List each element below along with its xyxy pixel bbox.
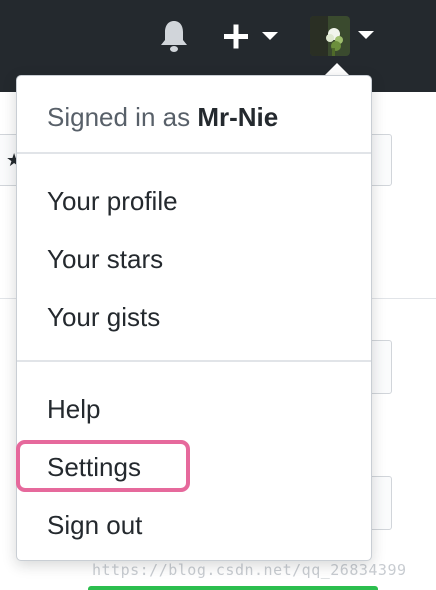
user-dropdown-menu: Signed in as Mr-Nie Your profile Your st… <box>16 75 372 561</box>
avatar <box>310 16 350 56</box>
menu-item-your-profile[interactable]: Your profile <box>47 186 178 216</box>
signed-in-label: Signed in as <box>47 102 191 132</box>
avatar-image <box>310 16 350 56</box>
background-green-button <box>88 586 378 590</box>
watermark-text: https://blog.csdn.net/qq_26834399 <box>92 561 407 579</box>
notifications-bell-icon[interactable] <box>158 18 190 54</box>
menu-item-settings[interactable]: Settings <box>47 452 141 482</box>
chevron-down-icon <box>358 31 374 39</box>
create-new-dropdown-button[interactable] <box>222 20 282 54</box>
bell-icon <box>161 21 187 52</box>
menu-item-your-gists[interactable]: Your gists <box>47 302 160 332</box>
user-menu-button[interactable] <box>308 14 378 58</box>
menu-item-help[interactable]: Help <box>47 394 100 424</box>
username: Mr-Nie <box>197 102 279 132</box>
menu-item-your-stars[interactable]: Your stars <box>47 244 163 274</box>
plus-icon <box>224 24 278 49</box>
menu-divider <box>17 360 371 362</box>
chevron-down-icon <box>262 32 278 40</box>
signed-in-header: Signed in as Mr-Nie <box>47 102 278 133</box>
menu-item-sign-out[interactable]: Sign out <box>47 510 142 540</box>
menu-divider <box>17 152 371 154</box>
